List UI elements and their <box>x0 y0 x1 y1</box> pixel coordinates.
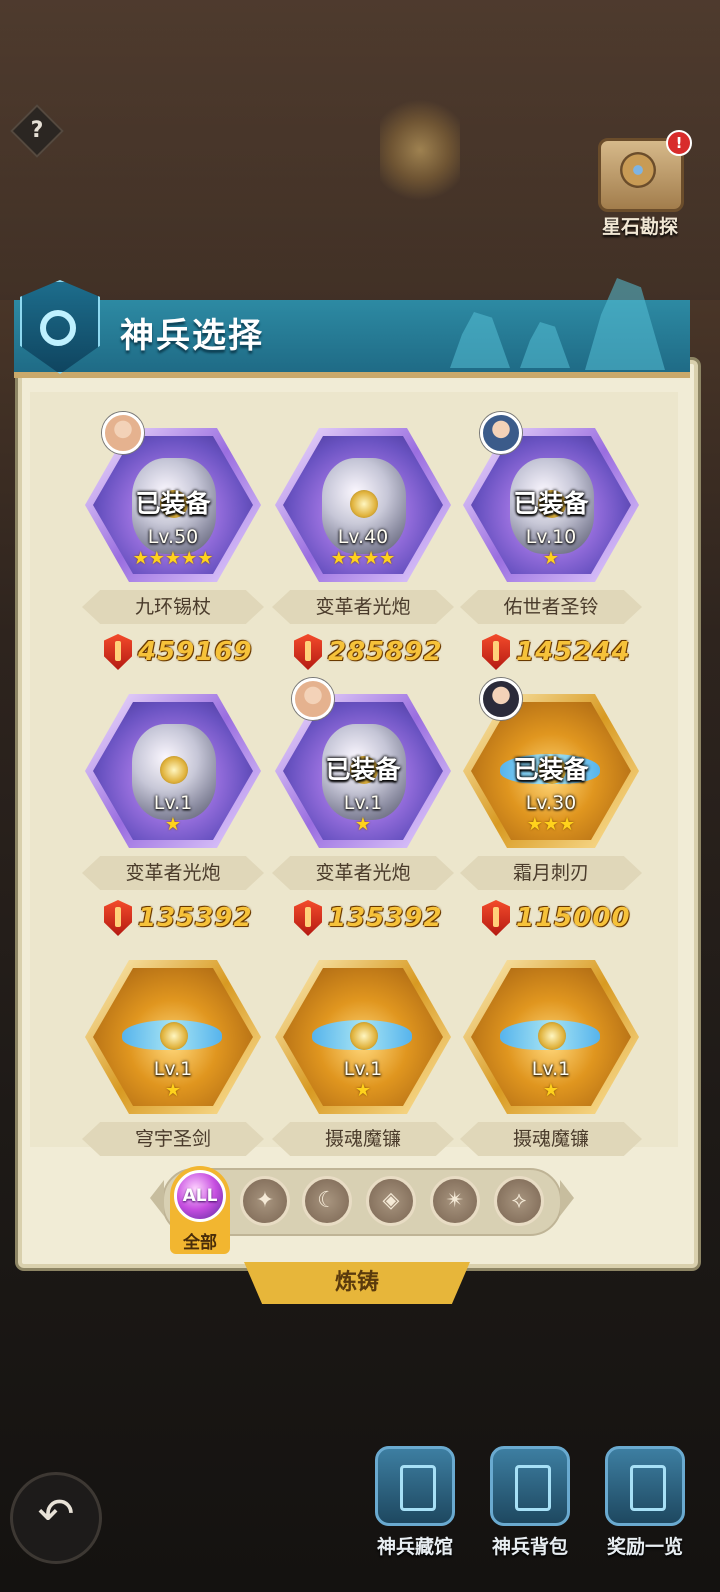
all-filter-label: 全部 <box>183 1233 217 1253</box>
power-icon <box>294 900 322 936</box>
hero-avatar <box>292 678 334 720</box>
forge-label: 炼铸 <box>334 1270 379 1295</box>
help-button[interactable]: ? <box>10 104 64 158</box>
star-rating: ★ <box>542 1080 560 1101</box>
staff-class-icon[interactable]: ⟡ <box>494 1176 544 1226</box>
backpack-icon <box>490 1446 570 1526</box>
power-score: 115000 <box>482 898 631 938</box>
weapon-name: 摄魂魔镰 <box>460 1122 642 1156</box>
hero-avatar <box>102 412 144 454</box>
all-filter-button[interactable]: ALL <box>174 1170 226 1222</box>
filter-left-arrow[interactable] <box>150 1180 164 1216</box>
treasure-chest-icon <box>605 1446 685 1526</box>
star-rating: ★ <box>354 814 372 835</box>
power-icon <box>482 900 510 936</box>
star-rating: ★★★★ <box>330 548 396 569</box>
star-stone-explore-button[interactable]: ! 星石勘探 <box>590 130 692 240</box>
weapon-level: Lv.1 <box>343 792 383 814</box>
weapon-gem-icon <box>538 1022 566 1050</box>
nav-armory-label: 神兵藏馆 <box>376 1536 453 1558</box>
weapon-level: Lv.40 <box>337 526 389 548</box>
hero-avatar <box>480 678 522 720</box>
power-value: 285892 <box>328 637 443 667</box>
star-rating: ★ <box>164 1080 182 1101</box>
filter-right-arrow[interactable] <box>560 1180 574 1216</box>
weapon-level: Lv.50 <box>147 526 199 548</box>
star-rating: ★★★ <box>526 814 576 835</box>
weapon-name: 佑世者圣铃 <box>460 590 642 624</box>
equipped-label: 已装备 <box>513 489 589 518</box>
background-lamp <box>380 90 460 210</box>
power-value: 115000 <box>516 903 631 933</box>
nav-backpack[interactable]: 神兵背包 <box>475 1446 585 1568</box>
weapon-level: Lv.1 <box>343 1058 383 1080</box>
explore-label: 星石勘探 <box>601 216 678 238</box>
weapon-card[interactable]: 已装备 Lv.30 ★★★ 霜月刺刃 115000 <box>460 678 650 954</box>
power-score: 145244 <box>482 632 631 672</box>
shuriken-class-icon[interactable]: ✴ <box>430 1176 480 1226</box>
power-score: 459169 <box>104 632 253 672</box>
power-score: 135392 <box>104 898 253 938</box>
nav-rewards-label: 奖励一览 <box>606 1536 683 1558</box>
weapon-name: 九环锡杖 <box>82 590 264 624</box>
armory-icon <box>375 1446 455 1526</box>
power-value: 459169 <box>138 637 253 667</box>
nav-rewards[interactable]: 奖励一览 <box>590 1446 700 1568</box>
power-score: 135392 <box>294 898 443 938</box>
weapon-name: 穹宇圣剑 <box>82 1122 264 1156</box>
star-rating: ★★★★★ <box>132 548 214 569</box>
weapon-card[interactable]: Lv.1 ★ 变革者光炮 135392 <box>82 694 272 954</box>
ring-icon <box>40 310 76 346</box>
weapon-gem-icon <box>350 490 378 518</box>
back-button[interactable]: ↶ <box>10 1472 102 1564</box>
nav-backpack-label: 神兵背包 <box>491 1536 568 1558</box>
weapon-card[interactable]: 已装备 Lv.50 ★★★★★ 九环锡杖 459169 <box>82 412 272 688</box>
weapon-name: 摄魂魔镰 <box>272 1122 454 1156</box>
shield-class-icon[interactable]: ◈ <box>366 1176 416 1226</box>
power-value: 135392 <box>138 903 253 933</box>
equipped-label: 已装备 <box>135 489 211 518</box>
weapon-name: 变革者光炮 <box>272 856 454 890</box>
weapon-card[interactable]: Lv.40 ★★★★ 变革者光炮 285892 <box>272 428 462 688</box>
power-value: 135392 <box>328 903 443 933</box>
weapon-name: 变革者光炮 <box>272 590 454 624</box>
compass-icon <box>620 152 656 188</box>
weapon-gem-icon <box>350 1022 378 1050</box>
help-icon: ? <box>30 118 44 143</box>
equipped-label: 已装备 <box>325 755 401 784</box>
weapon-level: Lv.30 <box>525 792 577 814</box>
star-rating: ★ <box>164 814 182 835</box>
weapon-level: Lv.1 <box>531 1058 571 1080</box>
star-rating: ★ <box>542 548 560 569</box>
power-icon <box>104 900 132 936</box>
weapon-card[interactable]: 已装备 Lv.10 ★ 佑世者圣铃 145244 <box>460 412 650 688</box>
back-arrow-icon: ↶ <box>37 1489 75 1540</box>
power-score: 285892 <box>294 632 443 672</box>
power-icon <box>294 634 322 670</box>
weapon-level: Lv.10 <box>525 526 577 548</box>
weapon-name: 变革者光炮 <box>82 856 264 890</box>
crescent-class-icon[interactable]: ☾ <box>302 1176 352 1226</box>
nav-armory[interactable]: 神兵藏馆 <box>360 1446 470 1568</box>
weapon-name: 霜月刺刃 <box>460 856 642 890</box>
power-value: 145244 <box>516 637 631 667</box>
equipped-label: 已装备 <box>513 755 589 784</box>
power-icon <box>104 634 132 670</box>
weapon-level: Lv.1 <box>153 1058 193 1080</box>
weapon-gem-icon <box>160 756 188 784</box>
hero-avatar <box>480 412 522 454</box>
notification-badge: ! <box>666 130 692 156</box>
power-icon <box>482 634 510 670</box>
weapon-level: Lv.1 <box>153 792 193 814</box>
wings-class-icon[interactable]: ✦ <box>240 1176 290 1226</box>
weapon-card[interactable]: 已装备 Lv.1 ★ 变革者光炮 135392 <box>272 678 462 954</box>
panel-title: 神兵选择 <box>120 316 264 356</box>
star-rating: ★ <box>354 1080 372 1101</box>
weapon-gem-icon <box>160 1022 188 1050</box>
weapon-emblem-icon <box>10 270 106 380</box>
